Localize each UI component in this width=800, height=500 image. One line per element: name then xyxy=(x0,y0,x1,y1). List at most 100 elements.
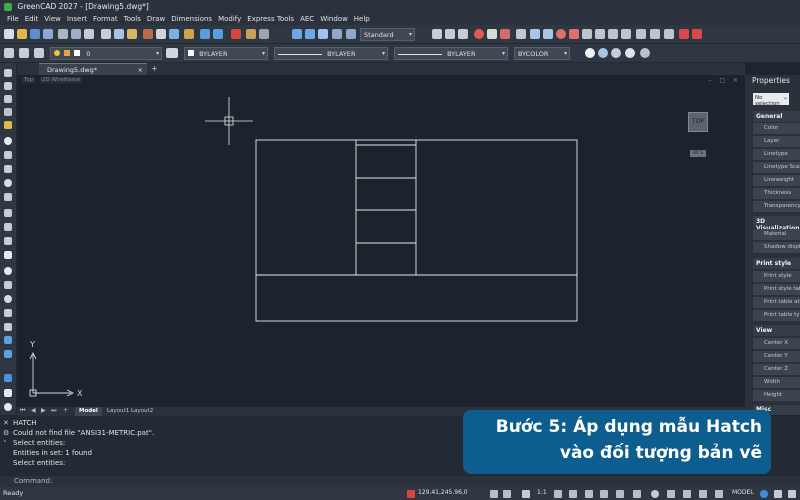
ortho-icon[interactable] xyxy=(554,490,562,498)
drawing-canvas[interactable]: Top 2D Wireframe – □ × Y X xyxy=(17,75,745,407)
menu-tools[interactable]: Tools xyxy=(121,13,144,25)
prop-row[interactable]: Linetype xyxy=(753,149,800,161)
tab-layout2[interactable]: Layout2 xyxy=(127,407,157,416)
xline-icon[interactable] xyxy=(4,82,12,90)
color-select[interactable]: BYLAYER ▾ xyxy=(184,47,268,60)
prop-row[interactable]: Thickness xyxy=(753,188,800,200)
section-view[interactable]: View xyxy=(753,325,800,336)
osnap-icon[interactable] xyxy=(585,490,593,498)
drawing-object[interactable] xyxy=(255,139,578,322)
menu-express-tools[interactable]: Express Tools xyxy=(244,13,297,25)
circle-tool-icon[interactable] xyxy=(474,29,484,39)
redo-icon[interactable] xyxy=(213,29,223,39)
prop-row[interactable]: Print style table xyxy=(753,284,800,296)
render-sphere-icon[interactable] xyxy=(598,48,608,58)
table-style-icon[interactable] xyxy=(346,29,356,39)
shade-sphere-icon[interactable] xyxy=(585,48,595,58)
customize-icon[interactable] xyxy=(788,490,796,498)
prop-row[interactable]: Material xyxy=(753,229,800,241)
save-icon[interactable] xyxy=(30,29,40,39)
snap-center-icon[interactable] xyxy=(556,29,566,39)
dynamic-input-icon[interactable] xyxy=(667,490,675,498)
menu-aec[interactable]: AEC xyxy=(297,13,317,25)
snap-tangent-icon[interactable] xyxy=(636,29,646,39)
add-layout-icon[interactable]: + xyxy=(63,407,68,414)
prop-row[interactable]: Transparency xyxy=(753,201,800,213)
prop-row[interactable]: Print style xyxy=(753,271,800,283)
transparency-icon[interactable] xyxy=(633,490,641,498)
snap-icon[interactable] xyxy=(503,490,511,498)
section-3d-visualization[interactable]: 3D Visualization xyxy=(753,216,800,232)
prop-row[interactable]: Shadow display xyxy=(753,242,800,254)
snap-settings-icon[interactable] xyxy=(692,29,702,39)
otrack-icon[interactable] xyxy=(600,490,608,498)
prop-row[interactable]: Print table attached to xyxy=(753,297,800,309)
prop-row[interactable]: Linetype Scale xyxy=(753,162,800,174)
layer-state-icon[interactable] xyxy=(34,48,44,58)
mtext-icon[interactable] xyxy=(318,29,328,39)
table-icon[interactable] xyxy=(4,281,12,289)
menu-modify[interactable]: Modify xyxy=(215,13,244,25)
pencil-icon[interactable] xyxy=(4,121,12,129)
last-tab-icon[interactable]: ⏭ xyxy=(51,407,56,415)
wrench-icon[interactable]: ⚙ xyxy=(3,429,9,437)
snap-intersection-icon[interactable] xyxy=(595,29,605,39)
quick-properties-icon[interactable] xyxy=(683,490,691,498)
linetype-select[interactable]: BYLAYER ▾ xyxy=(274,47,388,60)
new-tab-button[interactable]: + xyxy=(151,64,158,73)
point-icon[interactable] xyxy=(4,223,12,231)
menu-format[interactable]: Format xyxy=(90,13,121,25)
snap-extension-icon[interactable] xyxy=(608,29,618,39)
menu-file[interactable]: File xyxy=(4,13,22,25)
prev-tab-icon[interactable]: ◀ xyxy=(31,407,36,414)
prop-row[interactable]: Color xyxy=(753,123,800,135)
prop-row[interactable]: Width xyxy=(753,377,800,389)
polyline-tool-icon[interactable] xyxy=(445,29,455,39)
paint-bucket-icon[interactable] xyxy=(184,29,194,39)
workspace-icon[interactable] xyxy=(774,490,782,498)
menu-window[interactable]: Window xyxy=(317,13,351,25)
print-preview-icon[interactable] xyxy=(71,29,81,39)
wcs-label[interactable]: WCS xyxy=(690,150,706,157)
selection-cycling-icon[interactable] xyxy=(651,490,659,498)
grid-icon[interactable] xyxy=(259,29,269,39)
plot-style-select[interactable]: BYCOLOR ▾ xyxy=(514,47,570,60)
brush-icon[interactable] xyxy=(156,29,166,39)
prop-row[interactable]: Center Y xyxy=(753,351,800,363)
region-icon[interactable] xyxy=(4,267,12,275)
ellipse-icon[interactable] xyxy=(4,179,12,187)
wipeout-icon[interactable] xyxy=(4,323,12,331)
menu-dimensions[interactable]: Dimensions xyxy=(168,13,215,25)
next-tab-icon[interactable]: ▶ xyxy=(41,407,46,414)
light-sphere-icon[interactable] xyxy=(625,48,635,58)
grid-icon[interactable] xyxy=(490,490,498,498)
menu-draw[interactable]: Draw xyxy=(144,13,168,25)
hatch-icon[interactable] xyxy=(4,237,12,245)
line-tool-icon[interactable] xyxy=(432,29,442,39)
visual-style-icon[interactable] xyxy=(640,48,650,58)
close-icon[interactable]: × xyxy=(138,66,143,74)
scale-readout[interactable]: 1:1 xyxy=(537,489,547,496)
mtext-icon[interactable] xyxy=(4,336,12,344)
snap-endpoint-icon[interactable] xyxy=(530,29,540,39)
zoom-icon[interactable] xyxy=(4,403,12,411)
ellipse-arc-icon[interactable] xyxy=(4,193,12,201)
dim-style-icon[interactable] xyxy=(332,29,342,39)
text-icon[interactable] xyxy=(305,29,315,39)
section-general[interactable]: General xyxy=(753,111,800,122)
tab-drawing5[interactable]: Drawing5.dwg* × xyxy=(39,63,147,75)
erase-icon[interactable] xyxy=(516,29,526,39)
match-properties-icon[interactable] xyxy=(143,29,153,39)
menu-insert[interactable]: Insert xyxy=(64,13,90,25)
lineweight-select[interactable]: BYLAYER ▾ xyxy=(394,47,508,60)
gradient-icon[interactable] xyxy=(4,251,12,259)
lineweight-icon[interactable] xyxy=(616,490,624,498)
snap-midpoint-icon[interactable] xyxy=(543,29,553,39)
cut-icon[interactable] xyxy=(101,29,111,39)
first-tab-icon[interactable]: ⏮ xyxy=(20,407,25,415)
snap-quadrant-icon[interactable] xyxy=(582,29,592,39)
layers-icon[interactable] xyxy=(246,29,256,39)
prop-row[interactable]: Print table type xyxy=(753,310,800,322)
arc-tool-icon[interactable] xyxy=(487,29,497,39)
publish-icon[interactable] xyxy=(84,29,94,39)
